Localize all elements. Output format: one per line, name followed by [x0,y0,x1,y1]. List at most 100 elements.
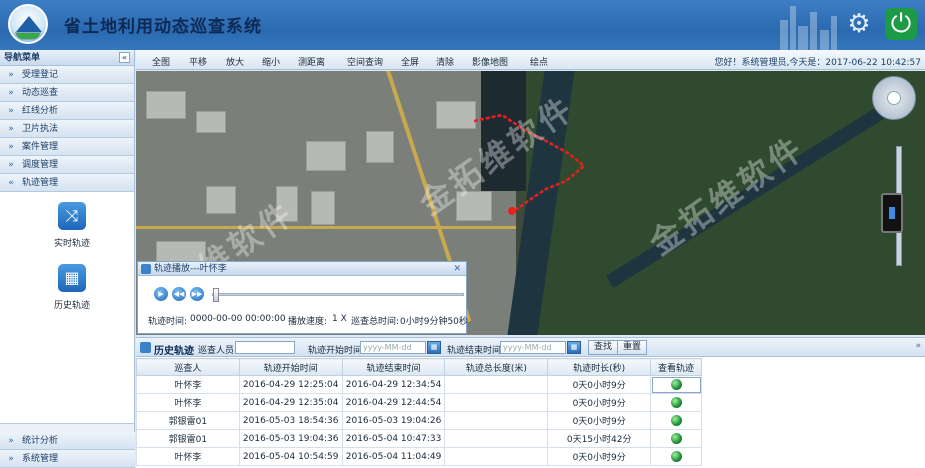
calendar-icon[interactable]: ▦ [567,341,581,354]
route-icon: ⤨ [58,202,86,230]
sidebar-item-label: 红线分析 [22,106,59,116]
table-row[interactable]: 叶怀李 2016-05-04 10:54:59 2016-05-04 11:04… [136,447,702,466]
view-track-cell [650,411,702,430]
start-date-input[interactable]: yyyy-MM-dd [360,341,426,354]
search-button[interactable]: 查找 [588,340,619,355]
sidebar-item-label: 调度管理 [22,160,59,170]
duration-cell: 0天0小时9分 [547,411,652,430]
sidebar-item-satellite[interactable]: » 卫片执法 [0,120,134,138]
sidebar-item-inspection[interactable]: » 动态巡查 [0,84,134,102]
sidebar-item-registration[interactable]: » 受理登记 [0,66,134,84]
measure-distance-button[interactable]: 测距离 [298,55,325,68]
mobile-device-icon [881,193,903,233]
sidebar-item-dispatch[interactable]: » 调度管理 [0,156,134,174]
total-time-label: 巡查总时间: [351,317,400,327]
sidebar-item-system[interactable]: » 系统管理 [0,450,135,468]
history-table: 巡查人 轨迹开始时间 轨迹结束时间 轨迹总长度(米) 轨迹时长(秒) 查看轨迹 … [136,358,702,466]
table-row[interactable]: 叶怀李 2016-04-29 12:35:04 2016-04-29 12:44… [136,393,702,412]
clear-button[interactable]: 清除 [436,55,454,68]
globe-icon[interactable] [670,433,682,444]
collapse-sidebar-button[interactable]: « [119,52,130,63]
inspector-input[interactable] [235,341,295,354]
playback-title: 轨迹播放---叶怀李 [154,264,227,274]
sidebar-item-statistics[interactable]: » 统计分析 [0,432,135,450]
full-extent-button[interactable]: 全图 [152,55,170,68]
end-cell: 2016-04-29 12:44:54 [341,393,446,412]
start-cell: 2016-04-29 12:35:04 [238,393,343,412]
app-window: 省土地利用动态巡查系统 ⚙ ⏻ 导航菜单 « » 受理登记 » 动态巡查 » 红线分析… [0,0,925,468]
start-cell: 2016-05-03 18:54:36 [238,411,343,430]
globe-icon[interactable] [670,379,682,390]
inspector-cell: 郭银雷01 [136,429,240,448]
end-time-label: 轨迹结束时间: [447,346,505,356]
history-title: 历史轨迹 [154,346,194,357]
sidebar-item-label: 系统管理 [22,454,59,464]
pan-button[interactable]: 平移 [189,55,207,68]
globe-icon[interactable] [670,451,682,462]
close-icon[interactable]: ✕ [453,262,461,276]
table-row[interactable]: 叶怀李 2016-04-29 12:25:04 2016-04-29 12:34… [136,375,702,394]
duration-cell: 0天0小时9分 [547,393,652,412]
gear-icon[interactable]: ⚙ [843,8,875,40]
compass-icon[interactable] [872,76,916,120]
sidebar-item-tracks[interactable]: « 轨迹管理 [0,174,134,192]
slider-handle[interactable] [213,288,219,302]
table-header-row: 巡查人 轨迹开始时间 轨迹结束时间 轨迹总长度(米) 轨迹时长(秒) 查看轨迹 [136,358,702,376]
play-button[interactable]: ▶ [154,287,168,301]
collapse-panel-icon[interactable]: » [915,341,921,351]
globe-icon[interactable] [670,415,682,426]
greeting-text: 您好！系统管理员,今天是：2017-06-22 10:42:57 [714,58,921,68]
imagery-map-button[interactable]: 影像地图 [472,55,508,68]
inspector-cell: 叶怀李 [136,393,240,412]
expand-icon: » [8,106,14,116]
sidebar-item-redline[interactable]: » 红线分析 [0,102,134,120]
reset-button[interactable]: 重置 [617,340,648,355]
table-row[interactable]: 郭银雷01 2016-05-03 19:04:36 2016-05-04 10:… [136,429,702,448]
length-cell [444,447,549,466]
history-icon [140,342,151,353]
realtime-track-label: 实时轨迹 [53,239,90,249]
end-date-input[interactable]: yyyy-MM-dd [500,341,566,354]
pan-control[interactable] [869,76,919,136]
inspector-cell: 叶怀李 [136,375,240,394]
app-title: 省土地利用动态巡查系统 [64,17,262,37]
map-history-icon: ▦ [58,264,86,292]
history-track-button[interactable]: ▦ 历史轨迹 [42,264,102,311]
table-row[interactable]: 郭银雷01 2016-05-03 18:54:36 2016-05-03 19:… [136,411,702,430]
sidebar-item-cases[interactable]: » 案件管理 [0,138,134,156]
playback-slider[interactable] [212,288,464,302]
draw-point-button[interactable]: 绘点 [530,55,548,68]
spatial-query-button[interactable]: 空间查询 [347,55,383,68]
power-icon[interactable]: ⏻ [885,8,917,40]
skyline-decoration [780,0,840,50]
sidebar-item-label: 卫片执法 [22,124,59,134]
history-panel: 历史轨迹 巡查人员: 轨迹开始时间: yyyy-MM-dd ▦ 轨迹结束时间: … [136,337,925,468]
zoom-in-button[interactable]: 放大 [226,55,244,68]
end-cell: 2016-04-29 12:34:54 [341,375,446,394]
column-header: 轨迹时长(秒) [547,358,652,376]
inspector-cell: 郭银雷01 [136,411,240,430]
sidebar-item-label: 动态巡查 [22,88,59,98]
fullscreen-button[interactable]: 全屏 [401,55,419,68]
sidebar-item-label: 案件管理 [22,142,59,152]
fast-forward-button[interactable]: ▶▶ [190,287,204,301]
playback-icon [141,264,151,274]
length-cell [444,393,549,412]
playback-header: 轨迹播放---叶怀李 ✕ [138,262,466,276]
start-cell: 2016-04-29 12:25:04 [238,375,343,394]
sidebar-item-label: 受理登记 [22,70,59,80]
zoom-out-button[interactable]: 缩小 [262,55,280,68]
calendar-icon[interactable]: ▦ [427,341,441,354]
logo [8,4,48,44]
realtime-track-button[interactable]: ⤨ 实时轨迹 [42,202,102,249]
inspector-cell: 叶怀李 [136,447,240,466]
expand-icon: » [8,436,14,446]
start-cell: 2016-05-04 10:54:59 [238,447,343,466]
speed-value: 1 X [332,314,347,324]
column-header: 轨迹结束时间 [341,358,446,376]
rewind-button[interactable]: ◀◀ [172,287,186,301]
globe-icon[interactable] [670,397,682,408]
playback-dialog: 轨迹播放---叶怀李 ✕ ▶ ◀◀ ▶▶ 轨迹时间: 0000-00-00 00… [137,261,468,334]
history-filter-bar: 历史轨迹 巡查人员: 轨迹开始时间: yyyy-MM-dd ▦ 轨迹结束时间: … [136,338,925,357]
length-cell [444,375,549,394]
